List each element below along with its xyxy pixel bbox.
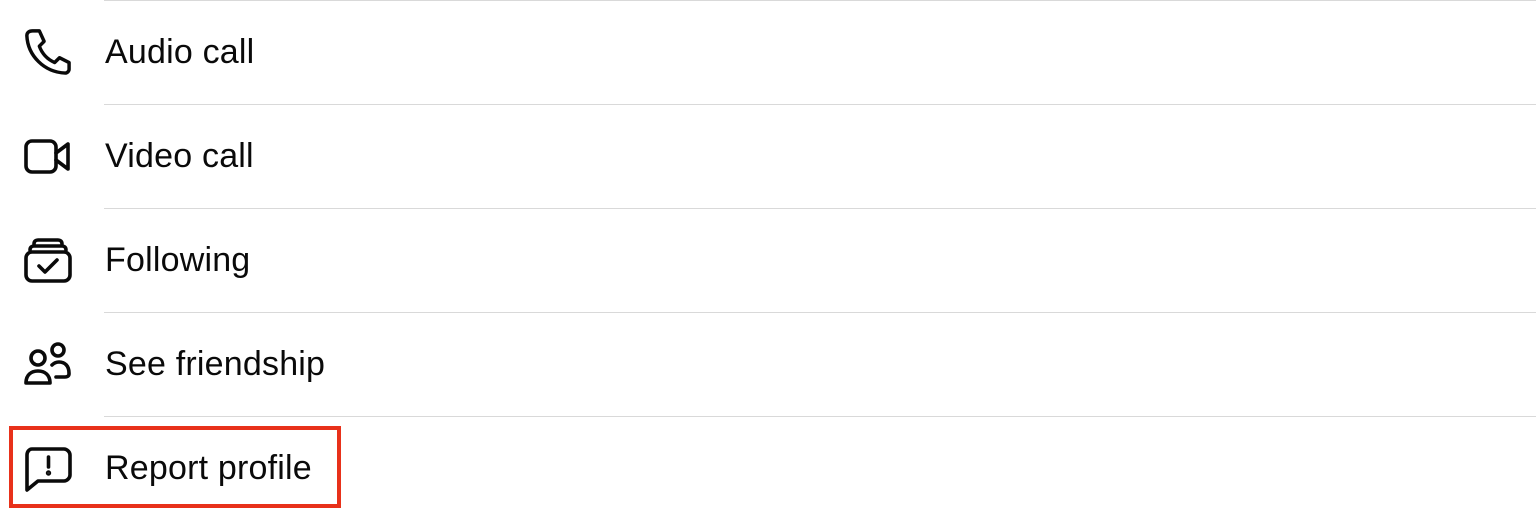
people-friendship-icon [22, 339, 74, 391]
phone-icon [22, 28, 74, 80]
menu-item-label: See friendship [105, 345, 326, 383]
menu-item-label: Following [105, 241, 251, 279]
menu-item-following[interactable]: Following [0, 209, 1536, 313]
following-inbox-check-icon [22, 235, 74, 287]
menu-item-video-call[interactable]: Video call [0, 105, 1536, 209]
menu-item-label: Video call [105, 137, 254, 175]
menu-item-see-friendship[interactable]: See friendship [0, 313, 1536, 417]
menu-item-label: Audio call [105, 33, 255, 71]
menu-item-report-profile[interactable]: Report profile [0, 417, 1536, 512]
video-camera-icon [22, 131, 74, 183]
menu-item-audio-call[interactable]: Audio call [0, 1, 1536, 105]
menu-item-label: Report profile [105, 449, 312, 487]
profile-options-menu: Audio call Video call Following See frie… [0, 0, 1536, 512]
report-speech-bubble-icon [22, 443, 74, 495]
